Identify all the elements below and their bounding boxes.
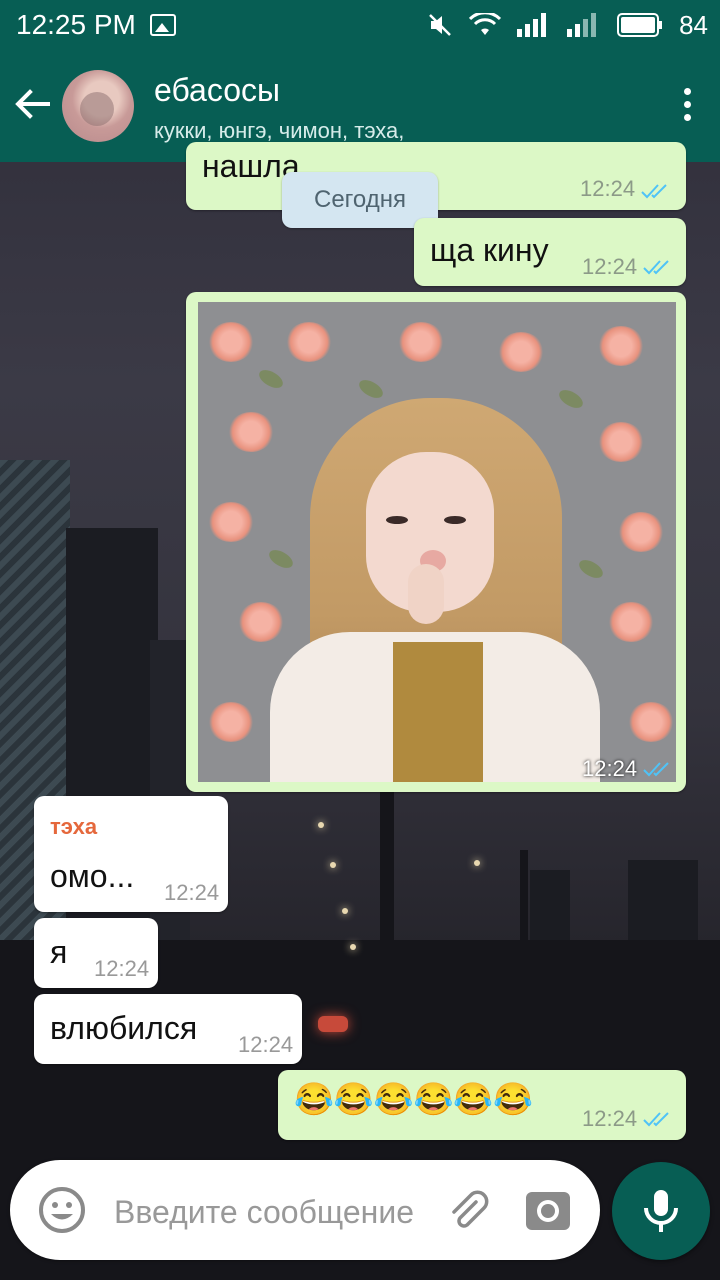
gallery-notification-icon [149,14,176,36]
group-avatar[interactable] [62,70,134,142]
message-time: 12:24 [582,254,638,279]
sender-name: тэха [50,814,98,839]
status-bar: 12:25 PM 84 [0,0,720,50]
record-voice-button[interactable] [612,1162,710,1260]
message-time: 12:24 [164,880,220,905]
signal-icon [517,13,547,37]
mute-icon [429,14,451,36]
double-check-icon [641,184,667,199]
message-time: 12:24 [582,1106,638,1131]
double-check-icon [643,1112,669,1127]
camera-icon[interactable] [524,1188,572,1232]
microphone-icon [644,1190,678,1232]
battery-level: 84 [679,9,708,40]
message-bubble-outgoing[interactable]: 😂😂😂😂😂😂 12:24 [278,1070,686,1140]
paperclip-icon[interactable] [446,1188,490,1232]
message-text: 😂😂😂😂😂😂 [294,1081,534,1117]
double-check-icon [643,260,669,275]
message-text: влюбился [50,1010,198,1046]
message-text: ща кину [430,232,549,268]
message-text: я [50,934,68,970]
message-text: омо... [50,858,135,894]
message-composer [10,1160,600,1260]
wifi-icon [469,13,502,35]
message-time: 12:24 [580,176,636,201]
signal-2-icon [567,13,597,37]
shared-photo[interactable] [198,302,676,782]
message-bubble-incoming[interactable]: влюбился 12:24 [34,994,302,1064]
battery-icon [617,13,663,37]
chat-participants[interactable]: кукки, юнгэ, чимон, тэха, [154,118,404,144]
message-time: 12:24 [582,756,638,781]
double-check-icon [643,762,669,777]
arrow-left-icon[interactable] [14,86,50,122]
message-input[interactable] [114,1190,454,1234]
chat-title[interactable]: ебасосы [154,72,280,109]
date-chip: Сегодня [282,172,438,228]
more-vertical-icon[interactable] [684,88,692,124]
message-bubble-incoming[interactable]: я 12:24 [34,918,158,988]
message-time: 12:24 [94,956,150,981]
smiley-icon[interactable] [38,1186,86,1234]
photo-message[interactable]: 12:24 [186,292,686,792]
message-time: 12:24 [238,1032,294,1057]
message-bubble-incoming[interactable]: тэха омо... 12:24 [34,796,228,912]
status-time: 12:25 PM [16,9,136,40]
message-bubble-outgoing[interactable]: ща кину 12:24 [414,218,686,286]
